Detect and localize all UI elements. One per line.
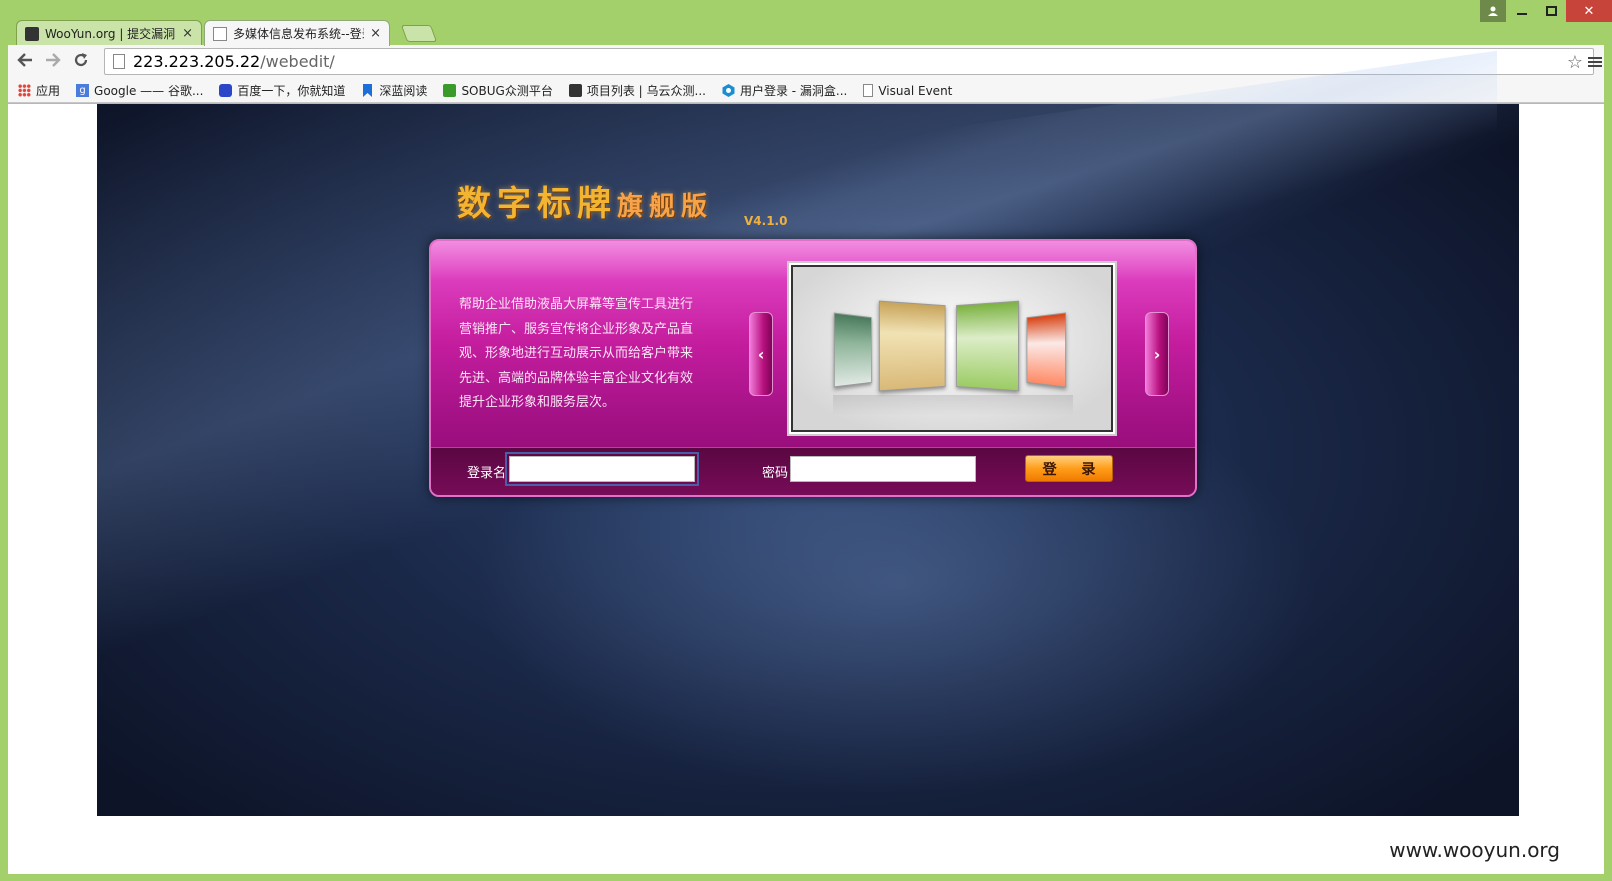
bookmark-flag-icon (361, 84, 374, 97)
login-panel: 帮助企业借助液晶大屏幕等宣传工具进行营销推广、服务宣传将企业形象及产品直观、形象… (429, 239, 1197, 497)
logo-sub-text: 旗舰版 (617, 192, 714, 222)
bookmark-wooyun-projects[interactable]: 项目列表 | 乌云众测... (568, 82, 706, 99)
version-label: V4.1.0 (744, 214, 788, 228)
bookmark-vulbox[interactable]: 用户登录 - 漏洞盒... (722, 82, 847, 99)
tab-close-icon[interactable]: × (370, 26, 381, 41)
sobug-icon (443, 84, 457, 97)
browser-menu-icon[interactable] (1588, 54, 1602, 73)
bookmark-label: Visual Event (878, 83, 953, 98)
login-form: 登录名 密码 登 录 (431, 447, 1195, 495)
slide-thumbnail (1026, 312, 1067, 388)
password-label: 密码 (762, 466, 789, 481)
bookmark-label: 应用 (36, 84, 61, 98)
tab-wooyun[interactable]: WooYun.org | 提交漏洞 × (16, 20, 202, 46)
login-button[interactable]: 登 录 (1025, 455, 1113, 482)
bookmark-label: 深蓝阅读 (379, 84, 428, 98)
slide-thumbnail (878, 300, 946, 392)
screenshot-slideshow (787, 261, 1117, 436)
wooyun-favicon-icon (25, 26, 39, 41)
forward-arrow-icon[interactable] (42, 51, 64, 73)
maximize-icon[interactable] (1537, 0, 1565, 22)
username-label: 登录名 (467, 466, 507, 481)
page-icon (113, 54, 125, 69)
back-arrow-icon[interactable] (14, 51, 36, 73)
slide-thumbnail (956, 300, 1020, 392)
bookmark-star-icon[interactable]: ☆ (1567, 52, 1583, 73)
tab-close-icon[interactable]: × (182, 26, 193, 41)
window-titlebar: WooYun.org | 提交漏洞 × 多媒体信息发布系统--登录 × ✕ (0, 0, 1612, 46)
slide-thumbnail (833, 312, 872, 388)
slideshow-frame (791, 265, 1113, 432)
bookmark-shenlan[interactable]: 深蓝阅读 (361, 82, 427, 99)
bookmark-baidu[interactable]: 百度一下，你就知道 (219, 82, 345, 99)
wooyun-icon (568, 84, 582, 97)
bookmark-label: SOBUG众测平台 (461, 84, 553, 98)
minimize-icon[interactable] (1508, 0, 1536, 22)
baidu-icon (219, 84, 233, 97)
product-description: 帮助企业借助液晶大屏幕等宣传工具进行营销推广、服务宣传将企业形象及产品直观、形象… (459, 297, 694, 410)
page-icon (863, 84, 874, 97)
tab-label: 多媒体信息发布系统--登录 (233, 27, 365, 41)
wooyun-watermark: www.wooyun.org (1389, 838, 1560, 862)
hexagon-icon (722, 84, 735, 97)
reload-icon[interactable] (70, 51, 92, 73)
url-path: /webedit/ (260, 52, 335, 71)
google-icon: g (76, 84, 90, 97)
bookmark-label: 百度一下，你就知道 (237, 84, 346, 98)
product-logo: 数字标牌旗舰版 (457, 176, 713, 225)
bookmark-label: 项目列表 | 乌云众测... (586, 84, 706, 98)
page-favicon-icon (213, 26, 227, 41)
bookmark-label: 用户登录 - 漏洞盒... (739, 84, 848, 98)
login-background: 数字标牌旗舰版 V4.1.0 帮助企业借助液晶大屏幕等宣传工具进行营销推广、服务… (97, 50, 1519, 816)
window-close-icon[interactable]: ✕ (1566, 0, 1612, 22)
url-host: 223.223.205.22 (133, 52, 261, 71)
new-tab-button[interactable] (400, 25, 438, 42)
bookmark-apps[interactable]: 应用 (18, 82, 60, 99)
password-input[interactable] (790, 456, 976, 482)
username-input[interactable] (505, 452, 699, 486)
logo-main-text: 数字标牌 (457, 184, 617, 224)
bookmark-sobug[interactable]: SOBUG众测平台 (443, 82, 553, 99)
bookmark-label: Google —— 谷歌... (94, 84, 204, 98)
thumbnail-reflection (833, 395, 1073, 415)
slideshow-prev-button[interactable]: ‹ (749, 312, 773, 396)
bookmark-google[interactable]: g Google —— 谷歌... (76, 82, 203, 99)
slideshow-next-button[interactable]: › (1145, 312, 1169, 396)
tab-label: WooYun.org | 提交漏洞 (45, 27, 176, 41)
bookmark-visual-event[interactable]: Visual Event (863, 84, 952, 98)
tab-login-page[interactable]: 多媒体信息发布系统--登录 × (204, 20, 390, 46)
page-viewport: 数字标牌旗舰版 V4.1.0 帮助企业借助液晶大屏幕等宣传工具进行营销推广、服务… (8, 50, 1604, 874)
apps-grid-icon (18, 84, 31, 97)
user-profile-icon[interactable] (1480, 0, 1506, 22)
